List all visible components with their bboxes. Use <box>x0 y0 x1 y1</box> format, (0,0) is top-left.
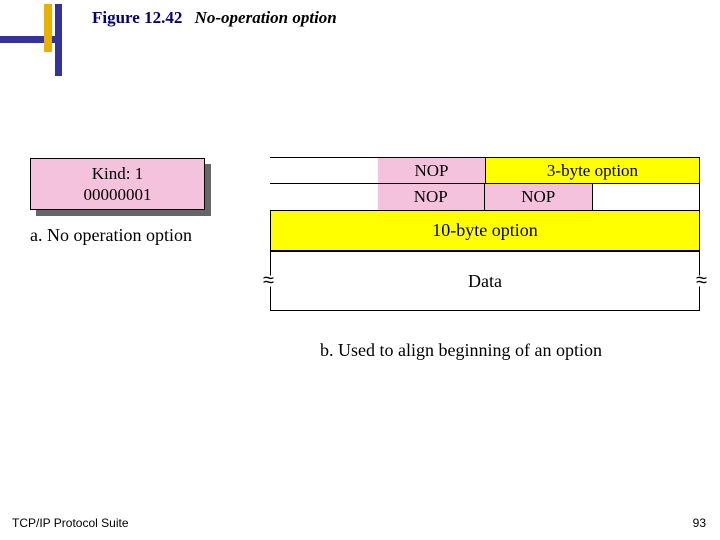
gap-cell <box>270 157 378 184</box>
break-mark-left: ≈ <box>261 276 276 287</box>
figure-name: No-operation option <box>195 8 337 27</box>
footer-suite: TCP/IP Protocol Suite <box>12 516 129 530</box>
decor-bar-vertical-navy <box>55 4 62 76</box>
kind-bits: 00000001 <box>31 184 204 205</box>
three-byte-option: 3-byte option <box>486 157 700 184</box>
blank-cell <box>593 184 701 211</box>
page-number: 93 <box>693 516 706 530</box>
caption-a: a. No operation option <box>30 225 192 246</box>
gap-cell <box>270 184 378 211</box>
nop-cell: NOP <box>485 184 593 211</box>
data-label: Data <box>468 271 502 292</box>
figure-title: Figure 12.42 No-operation option <box>92 8 337 28</box>
kind-box: Kind: 1 00000001 <box>30 158 205 210</box>
ten-byte-option: 10-byte option <box>270 211 700 251</box>
break-mark-right: ≈ <box>694 276 709 287</box>
caption-b: b. Used to align beginning of an option <box>320 340 602 361</box>
options-diagram: NOP 3-byte option NOP NOP 10-byte option… <box>270 157 700 311</box>
data-row: Data ≈ ≈ <box>270 251 700 311</box>
nop-cell: NOP <box>378 157 486 184</box>
nop-cell: NOP <box>378 184 486 211</box>
kind-label: Kind: 1 <box>31 163 204 184</box>
figure-number: Figure 12.42 <box>92 8 182 27</box>
decor-bar-vertical-orange <box>44 4 52 52</box>
